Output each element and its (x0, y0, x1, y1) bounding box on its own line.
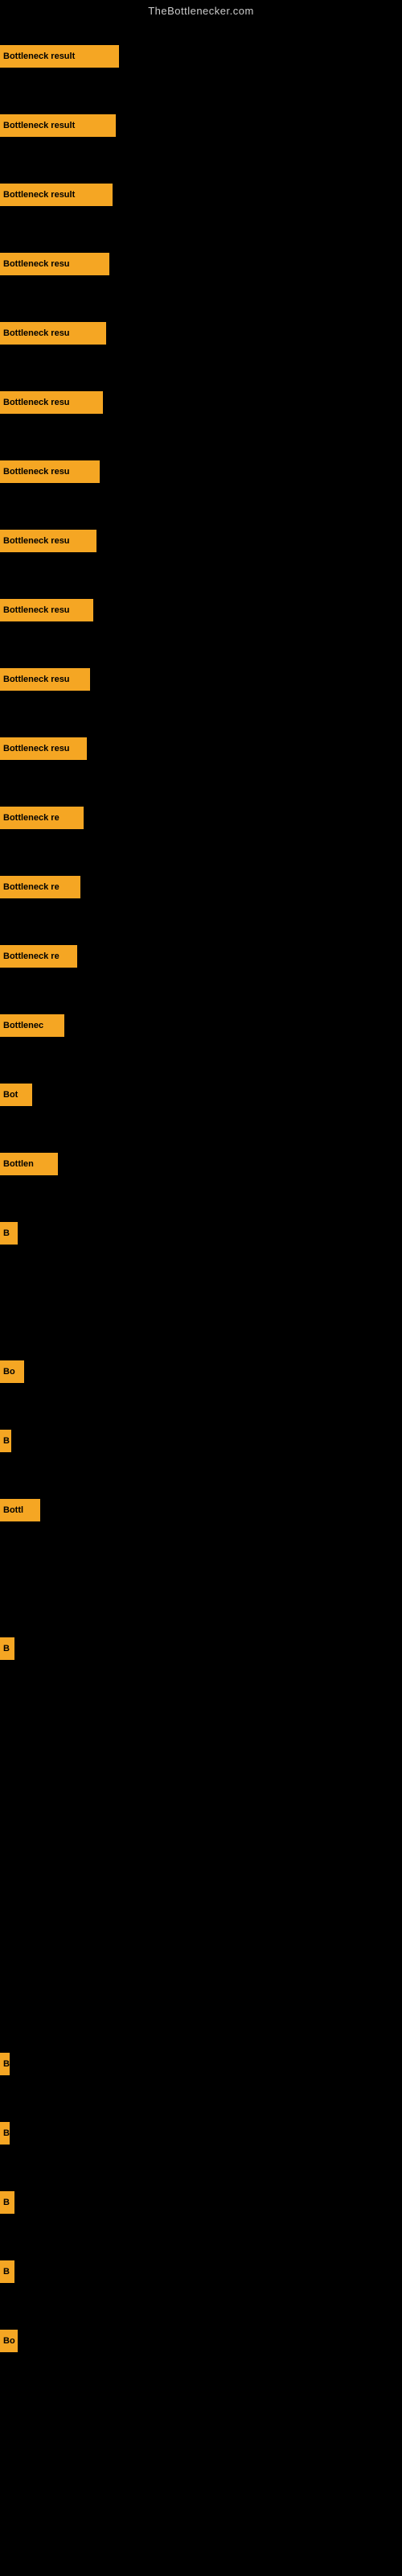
bottleneck-result-label: Bottleneck re (3, 952, 59, 961)
bottleneck-result-bar: Bottleneck resu (0, 322, 106, 345)
bottleneck-result-bar: Bottleneck resu (0, 599, 93, 621)
bottleneck-result-label: Bottleneck re (3, 882, 59, 892)
bottleneck-result-label: Bottleneck result (3, 121, 75, 130)
bottleneck-result-bar: Bottleneck re (0, 876, 80, 898)
bottleneck-result-bar: Bottleneck result (0, 45, 119, 68)
bottleneck-result-bar: Bottleneck resu (0, 253, 109, 275)
bottleneck-result-label: B (3, 2059, 10, 2069)
bottleneck-result-label: B (3, 2128, 10, 2138)
bottleneck-result-label: Bottleneck resu (3, 605, 70, 615)
bottleneck-result-label: B (3, 2198, 10, 2207)
bottleneck-result-label: Bottl (3, 1505, 23, 1515)
bottleneck-result-bar: Bottlen (0, 1153, 58, 1175)
bottleneck-result-bar: B (0, 2053, 10, 2075)
bottleneck-result-label: Bottleneck resu (3, 536, 70, 546)
bottleneck-result-bar: Bottleneck resu (0, 668, 90, 691)
bottleneck-result-bar: B (0, 1430, 11, 1452)
bottleneck-result-bar: B (0, 2191, 14, 2214)
bottleneck-result-label: B (3, 1644, 10, 1653)
bottleneck-result-label: B (3, 1436, 10, 1446)
bottleneck-result-label: Bottlen (3, 1159, 34, 1169)
bottleneck-result-bar: Bottleneck re (0, 807, 84, 829)
bottleneck-result-bar: B (0, 2122, 10, 2145)
bottleneck-result-label: Bo (3, 2336, 15, 2346)
bottleneck-result-label: Bottleneck re (3, 813, 59, 823)
bottleneck-result-label: Bottleneck resu (3, 744, 70, 753)
bottleneck-result-bar: Bottleneck resu (0, 530, 96, 552)
bottleneck-result-bar: Bottleneck resu (0, 391, 103, 414)
bottleneck-result-bar: Bot (0, 1084, 32, 1106)
bottleneck-result-bar: Bo (0, 1360, 24, 1383)
bottleneck-result-label: Bottleneck result (3, 190, 75, 200)
bottleneck-result-label: Bottleneck resu (3, 398, 70, 407)
site-title: TheBottlenecker.com (0, 0, 402, 20)
bottleneck-result-label: Bot (3, 1090, 18, 1100)
bottleneck-result-label: Bottleneck resu (3, 259, 70, 269)
bottleneck-result-bar: B (0, 2260, 14, 2283)
bottleneck-result-label: Bo (3, 1367, 15, 1377)
bottleneck-result-bar: B (0, 1637, 14, 1660)
bottleneck-result-label: B (3, 2267, 10, 2277)
bottleneck-result-label: B (3, 1228, 10, 1238)
bottleneck-result-bar: Bottleneck result (0, 184, 113, 206)
bottleneck-result-bar: Bottlenec (0, 1014, 64, 1037)
bottleneck-result-bar: Bottleneck re (0, 945, 77, 968)
bottleneck-result-label: Bottlenec (3, 1021, 43, 1030)
bottleneck-result-label: Bottleneck result (3, 52, 75, 61)
bottleneck-result-label: Bottleneck resu (3, 675, 70, 684)
bottleneck-result-bar: Bottleneck resu (0, 460, 100, 483)
bottleneck-result-label: Bottleneck resu (3, 328, 70, 338)
bottleneck-result-bar: B (0, 1222, 18, 1245)
bottleneck-result-bar: Bottleneck resu (0, 737, 87, 760)
bottleneck-result-label: Bottleneck resu (3, 467, 70, 477)
bottleneck-result-bar: Bottleneck result (0, 114, 116, 137)
bottleneck-result-bar: Bottl (0, 1499, 40, 1521)
bottleneck-result-bar: Bo (0, 2330, 18, 2352)
